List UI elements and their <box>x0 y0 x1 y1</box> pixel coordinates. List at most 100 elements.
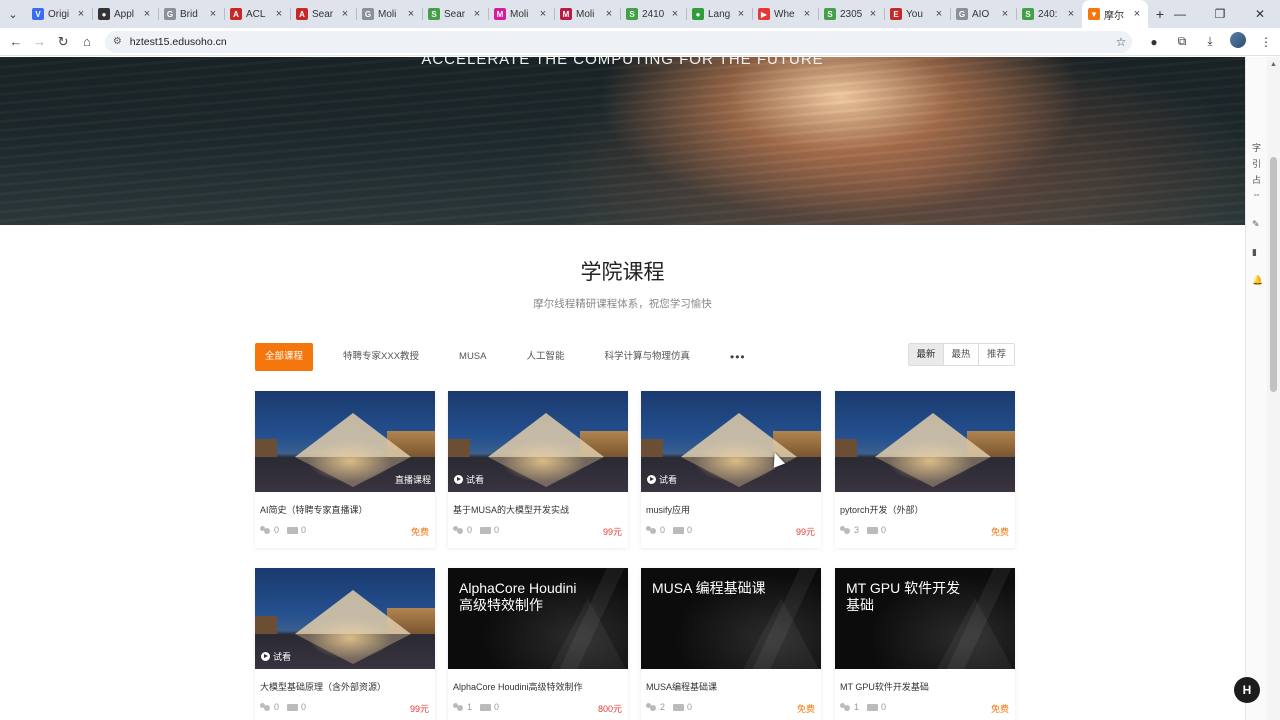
course-title[interactable]: 基于MUSA的大模型开发实战 <box>453 503 625 516</box>
course-card[interactable]: 试看 大模型基础原理（含外部资源） 0 0 99元 <box>255 568 435 720</box>
browser-tab[interactable]: S 2410 × <box>620 0 686 28</box>
tab-close-icon[interactable]: × <box>404 8 418 20</box>
course-title[interactable]: 大模型基础原理（含外部资源） <box>260 680 432 693</box>
course-title[interactable]: MT GPU软件开发基础 <box>840 680 1012 693</box>
tab-close-icon[interactable]: × <box>338 8 352 20</box>
side-pen-icon[interactable]: ✎ <box>1252 219 1260 230</box>
tab-close-icon[interactable]: × <box>734 8 748 20</box>
browser-tab[interactable]: G Brid × <box>158 0 224 28</box>
maximize-icon[interactable]: ❐ <box>1200 7 1240 21</box>
tab-search-chevron-icon[interactable]: ⌄ <box>0 0 26 28</box>
browser-tab[interactable]: S 2305 × <box>818 0 884 28</box>
site-info-icon[interactable]: ⚙ <box>113 36 122 47</box>
course-title[interactable]: musify应用 <box>646 503 818 516</box>
page-scrollbar[interactable]: ▲ <box>1267 57 1280 720</box>
tab-close-icon[interactable]: × <box>206 8 220 20</box>
browser-tab[interactable]: G Moli × <box>356 0 422 28</box>
course-card[interactable]: pytorch开发（外部） 3 0 免费 <box>835 391 1015 548</box>
minimize-icon[interactable]: — <box>1160 7 1200 21</box>
tab-title: Brid <box>180 8 198 20</box>
category-filter-tab[interactable]: 特聘专家XXX教授 <box>333 343 429 371</box>
browser-tab[interactable]: ▼ 摩尔 × <box>1082 0 1148 28</box>
tab-close-icon[interactable]: × <box>470 8 484 20</box>
side-note-icon[interactable]: ▮ <box>1252 247 1257 258</box>
sort-option[interactable]: 最新 <box>909 344 944 365</box>
tab-close-icon[interactable]: × <box>932 8 946 20</box>
tab-close-icon[interactable]: × <box>668 8 682 20</box>
tab-close-icon[interactable]: × <box>536 8 550 20</box>
more-categories-icon[interactable]: ••• <box>720 343 756 371</box>
sort-option[interactable]: 最热 <box>944 344 979 365</box>
course-card[interactable]: MT GPU 软件开发 基础 MT GPU软件开发基础 1 0 免费 <box>835 568 1015 720</box>
forward-arrow-icon[interactable]: → <box>28 30 52 54</box>
tab-close-icon[interactable]: × <box>866 8 880 20</box>
course-thumbnail[interactable]: AlphaCore Houdini 高级特效制作 <box>448 568 628 669</box>
students-icon <box>260 703 271 711</box>
profile-avatar[interactable] <box>1224 32 1252 51</box>
course-thumbnail[interactable] <box>835 391 1015 492</box>
back-arrow-icon[interactable]: ← <box>4 30 28 54</box>
side-tool-icon-4[interactable]: ⇔ <box>1252 189 1261 199</box>
browser-tab[interactable]: S 240: × <box>1016 0 1082 28</box>
browser-tab[interactable]: V Origi × <box>26 0 92 28</box>
course-thumbnail[interactable]: MUSA 编程基础课 <box>641 568 821 669</box>
tab-close-icon[interactable]: × <box>140 8 154 20</box>
browser-tab[interactable]: ● Lang × <box>686 0 752 28</box>
category-filter-tab[interactable]: MUSA <box>449 343 496 371</box>
browser-tab[interactable]: ▶ Whe × <box>752 0 818 28</box>
side-translate-icon[interactable]: 字 <box>1252 141 1261 154</box>
bookmark-star-icon[interactable]: ☆ <box>1110 35 1132 49</box>
browser-tab[interactable]: E You × <box>884 0 950 28</box>
tab-close-icon[interactable]: × <box>1064 8 1078 20</box>
tab-close-icon[interactable]: × <box>272 8 286 20</box>
tab-favicon-icon: V <box>32 8 44 20</box>
category-filter-tab[interactable]: 全部课程 <box>255 343 314 371</box>
course-title[interactable]: pytorch开发（外部） <box>840 503 1012 516</box>
course-thumbnail[interactable]: MT GPU 软件开发 基础 <box>835 568 1015 669</box>
url-omnibox[interactable]: ⚙ hztest15.edusoho.cn ☆ <box>104 30 1132 53</box>
course-thumbnail[interactable]: 直播课程 <box>255 391 435 492</box>
tab-close-icon[interactable]: × <box>74 8 88 20</box>
students-icon <box>453 703 464 711</box>
course-thumbnail[interactable]: 试看 <box>641 391 821 492</box>
tab-close-icon[interactable]: × <box>800 8 814 20</box>
side-tool-icon-3[interactable]: 占 <box>1252 173 1261 186</box>
scroll-up-arrow-icon[interactable]: ▲ <box>1270 61 1277 68</box>
browser-tab[interactable]: M Moli × <box>554 0 620 28</box>
reload-icon[interactable]: ↻ <box>51 30 75 54</box>
extensions-puzzle-icon[interactable]: ⧉ <box>1168 34 1196 49</box>
side-tool-icon-2[interactable]: 引 <box>1252 157 1261 170</box>
course-card[interactable]: MUSA 编程基础课 MUSA编程基础课 2 0 免费 <box>641 568 821 720</box>
course-title[interactable]: MUSA编程基础课 <box>646 680 818 693</box>
browser-tab[interactable]: A ACL × <box>224 0 290 28</box>
browser-menu-icon[interactable]: ⋮ <box>1252 35 1280 49</box>
course-title[interactable]: AlphaCore Houdini高级特效制作 <box>453 680 625 693</box>
browser-tab[interactable]: M Moli × <box>488 0 554 28</box>
browser-tab[interactable]: A Sear × <box>290 0 356 28</box>
download-icon[interactable]: ⤓ <box>1196 34 1224 49</box>
sort-option[interactable]: 推荐 <box>979 344 1014 365</box>
browser-tab[interactable]: G AIO × <box>950 0 1016 28</box>
course-card[interactable]: 试看 musify应用 0 0 99元 <box>641 391 821 548</box>
floating-helper-button[interactable]: H <box>1234 677 1260 703</box>
category-filter-tab[interactable]: 科学计算与物理仿真 <box>595 343 701 371</box>
url-text[interactable]: hztest15.edusoho.cn <box>130 36 1110 48</box>
course-card[interactable]: 试看 基于MUSA的大模型开发实战 0 0 99元 <box>448 391 628 548</box>
course-thumbnail[interactable]: 试看 <box>255 568 435 669</box>
course-thumbnail[interactable]: 试看 <box>448 391 628 492</box>
scrollbar-thumb[interactable] <box>1270 157 1277 392</box>
browser-tab[interactable]: S Sear × <box>422 0 488 28</box>
course-card[interactable]: 直播课程 AI简史（特聘专家直播课） 0 0 免费 <box>255 391 435 548</box>
category-filter-tab[interactable]: 人工智能 <box>516 343 574 371</box>
tab-close-icon[interactable]: × <box>998 8 1012 20</box>
tab-close-icon[interactable]: × <box>602 8 616 20</box>
course-title[interactable]: AI简史（特聘专家直播课） <box>260 503 432 516</box>
browser-tab[interactable]: ● Appl × <box>92 0 158 28</box>
home-icon[interactable]: ⌂ <box>75 30 99 54</box>
course-card[interactable]: AlphaCore Houdini 高级特效制作 AlphaCore Houdin… <box>448 568 628 720</box>
extension-h-icon[interactable]: ● <box>1140 35 1168 49</box>
close-window-icon[interactable]: ✕ <box>1240 7 1280 21</box>
side-bell-icon[interactable]: 🔔 <box>1252 275 1263 286</box>
tab-close-icon[interactable]: × <box>1130 8 1144 20</box>
tab-favicon-icon: A <box>296 8 308 20</box>
